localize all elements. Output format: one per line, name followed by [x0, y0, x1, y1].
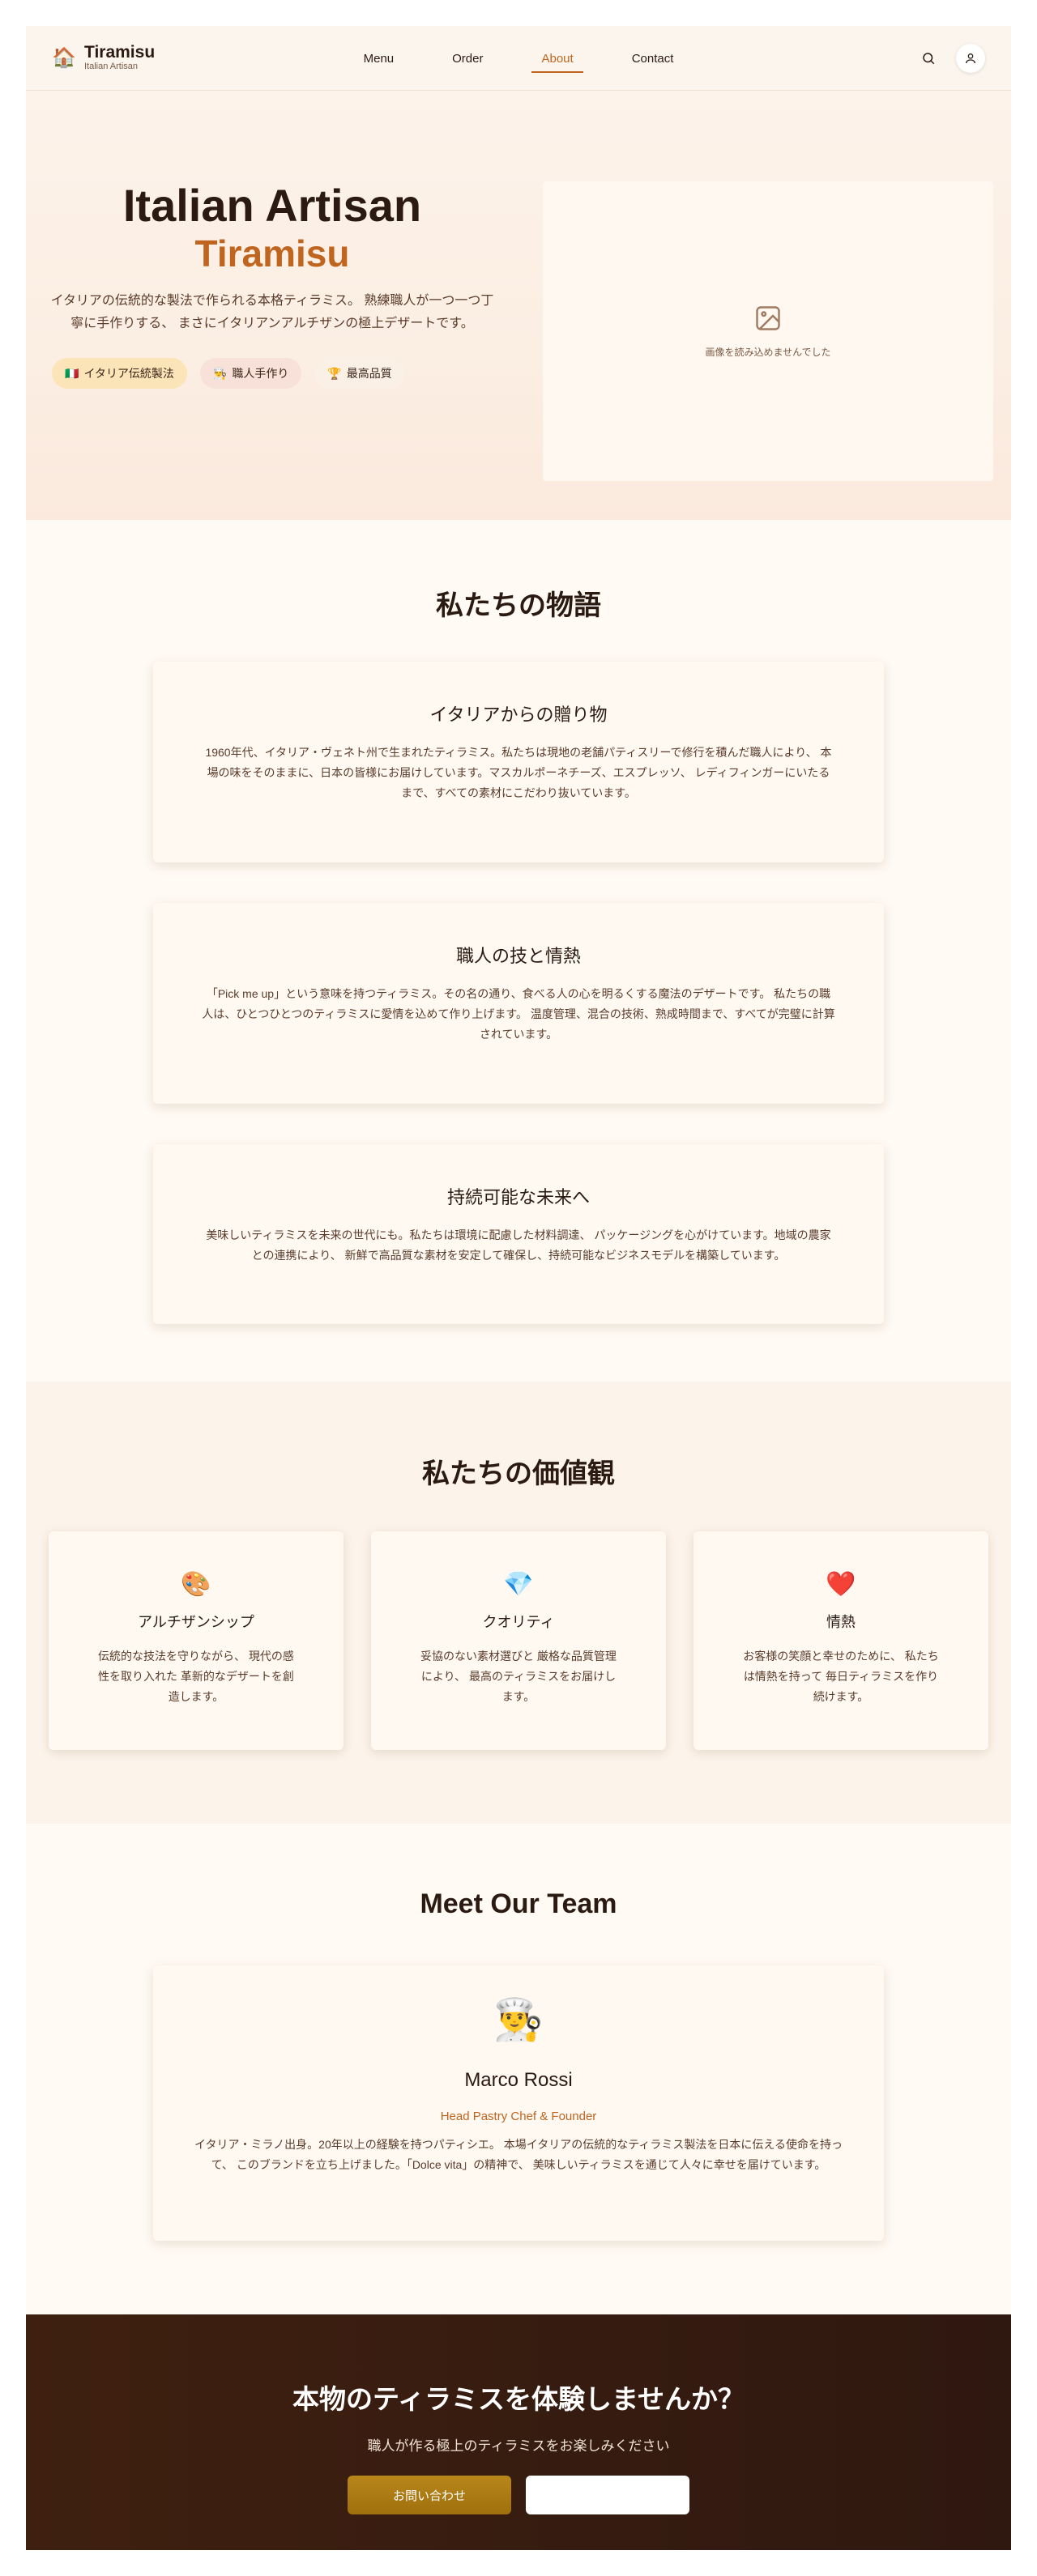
badge-label: 職人手作り — [232, 367, 289, 380]
story-card: イタリアからの贈り物 1960年代、イタリア・ヴェネト州で生まれたティラミス。私… — [153, 662, 884, 862]
gem-icon: 💎 — [503, 1571, 534, 1598]
palette-icon: 🎨 — [181, 1571, 211, 1598]
nav-about[interactable]: About — [512, 44, 602, 73]
value-card: 🎨 アルチザンシップ 伝統的な技法を守りながら、 現代の感性を取り入れた 革新的… — [49, 1531, 344, 1750]
team-title: Meet Our Team — [420, 1888, 617, 1919]
value-body: お客様の笑顔と幸せのために、 私たちは情熱を持って 毎日ティラミスを作り続けます… — [743, 1650, 939, 1703]
value-body: 妥協のない素材選びと 厳格な品質管理により、 最高のティラミスをお届けします。 — [420, 1650, 617, 1703]
house-icon: 🏠 — [52, 47, 76, 69]
story-card-heading: イタリアからの贈り物 — [429, 705, 608, 725]
values-title: 私たちの価値観 — [422, 1458, 615, 1489]
heart-icon: ❤️ — [826, 1571, 856, 1598]
cta-buttons: お問い合わせ メニューを見る — [26, 2476, 1011, 2514]
brand-logo[interactable]: 🏠 Tiramisu Italian Artisan — [52, 44, 155, 72]
hero-badges: 🇮🇹 イタリア伝統製法 👨‍🍳 職人手作り 🏆 最高品質 — [26, 358, 518, 389]
badge-label: イタリア伝統製法 — [83, 367, 174, 380]
contact-button[interactable]: お問い合わせ — [348, 2476, 511, 2514]
story-card: 持続可能な未来へ 美味しいティラミスを未来の世代にも。私たちは環境に配慮した材料… — [153, 1144, 884, 1324]
chef-icon: 👨‍🍳 — [212, 366, 228, 380]
nav-order[interactable]: Order — [423, 44, 512, 73]
values-grid: 🎨 アルチザンシップ 伝統的な技法を守りながら、 現代の感性を取り入れた 革新的… — [26, 1531, 1011, 1750]
badge-handmade: 👨‍🍳 職人手作り — [199, 358, 302, 389]
search-icon[interactable] — [914, 44, 943, 73]
brand-subtitle: Italian Artisan — [84, 62, 139, 71]
value-body: 伝統的な技法を守りながら、 現代の感性を取り入れた 革新的なデザートを創造します… — [98, 1650, 294, 1703]
hero-title: Italian Artisan — [122, 180, 422, 231]
cta-subtitle: 職人が作る極上のティラミスをお楽しみください — [367, 2438, 670, 2454]
team-section: Meet Our Team 👨‍🍳 Marco Rossi Head Pastr… — [26, 1824, 1011, 2314]
trophy-icon: 🏆 — [327, 366, 342, 380]
cta-section: 本物のティラミスを体験しませんか？ 職人が作る極上のティラミスをお楽しみください… — [26, 2314, 1011, 2550]
team-member-bio: イタリア・ミラノ出身。20年以上の経験を持つパティシエ。 本場イタリアの伝統的な… — [194, 2138, 843, 2171]
brand-name: Tiramisu — [84, 43, 156, 62]
nav-menu[interactable]: Menu — [335, 44, 424, 73]
team-member-name: Marco Rossi — [464, 2069, 573, 2091]
broken-image-icon — [753, 304, 783, 337]
hero-text: Italian Artisan Tiramisu イタリアの伝統的な製法で作られ… — [26, 91, 518, 520]
hero-section: Italian Artisan Tiramisu イタリアの伝統的な製法で作られ… — [26, 91, 1011, 520]
value-heading: アルチザンシップ — [138, 1614, 254, 1630]
value-card: ❤️ 情熱 お客様の笑顔と幸せのために、 私たちは情熱を持って 毎日ティラミスを… — [693, 1531, 988, 1750]
main-nav: Menu Order About Contact — [26, 26, 1011, 91]
story-card: 職人の技と情熱 「Pick me up」という意味を持つティラミス。その名の通り… — [153, 903, 884, 1104]
story-card-heading: 持続可能な未来へ — [446, 1187, 590, 1207]
story-section: 私たちの物語 イタリアからの贈り物 1960年代、イタリア・ヴェネト州で生まれた… — [26, 520, 1011, 1382]
story-title: 私たちの物語 — [436, 590, 601, 621]
hero-subtitle: Tiramisu — [194, 232, 350, 275]
header-actions — [914, 43, 985, 73]
value-card: 💎 クオリティ 妥協のない素材選びと 厳格な品質管理により、 最高のティラミスを… — [371, 1531, 666, 1750]
team-member-card: 👨‍🍳 Marco Rossi Head Pastry Chef & Found… — [153, 1965, 884, 2241]
badge-tradition: 🇮🇹 イタリア伝統製法 — [52, 358, 187, 389]
value-heading: クオリティ — [482, 1614, 555, 1630]
brand-text: Tiramisu Italian Artisan — [84, 44, 155, 72]
story-card-body: 1960年代、イタリア・ヴェネト州で生まれたティラミス。私たちは現地の老舗パティ… — [205, 746, 832, 799]
value-heading: 情熱 — [826, 1614, 856, 1630]
image-error-text: 画像を読み込めませんでした — [705, 347, 831, 358]
user-icon[interactable] — [956, 43, 985, 73]
story-card-body: 「Pick me up」という意味を持つティラミス。その名の通り、食べる人の心を… — [202, 987, 835, 1041]
view-menu-button[interactable]: メニューを見る — [526, 2476, 689, 2514]
story-card-body: 美味しいティラミスを未来の世代にも。私たちは環境に配慮した材料調達、 パッケージ… — [206, 1228, 831, 1262]
nav-contact[interactable]: Contact — [603, 44, 703, 73]
story-card-heading: 職人の技と情熱 — [455, 946, 581, 966]
values-section: 私たちの価値観 🎨 アルチザンシップ 伝統的な技法を守りながら、 現代の感性を取… — [26, 1382, 1011, 1824]
italy-flag-icon: 🇮🇹 — [65, 366, 79, 380]
hero-image-placeholder: 画像を読み込めませんでした — [543, 181, 993, 481]
cta-title: 本物のティラミスを体験しませんか？ — [292, 2384, 745, 2414]
site-header: 🏠 Tiramisu Italian Artisan Menu Order Ab… — [26, 26, 1011, 91]
chef-avatar-icon: 👨‍🍳 — [493, 1997, 544, 2042]
hero-description: イタリアの伝統的な製法で作られる本格ティラミス。 熟練職人が一つ一つ丁寧に手作り… — [50, 294, 494, 330]
page: 🏠 Tiramisu Italian Artisan Menu Order Ab… — [26, 26, 1011, 2550]
team-member-role: Head Pastry Chef & Founder — [440, 2110, 597, 2123]
badge-quality: 🏆 最高品質 — [314, 358, 405, 389]
badge-label: 最高品質 — [346, 367, 392, 380]
